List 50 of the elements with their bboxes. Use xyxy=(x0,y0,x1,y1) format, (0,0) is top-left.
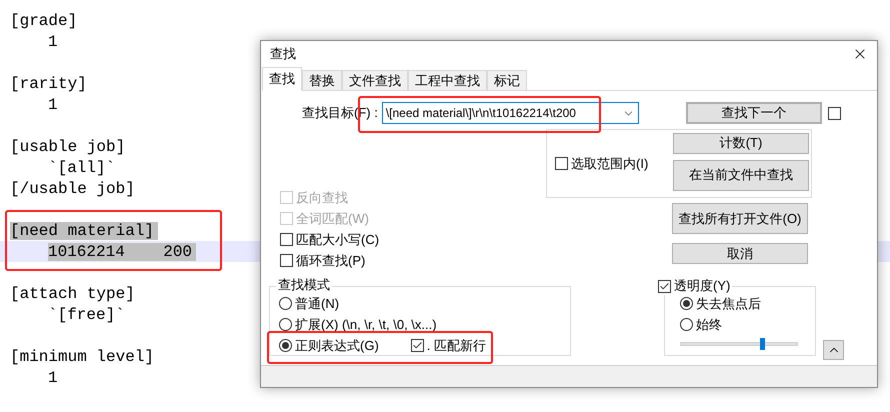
checkbox[interactable] xyxy=(828,106,841,120)
radio-button[interactable] xyxy=(279,297,292,310)
slider-thumb[interactable] xyxy=(760,338,766,350)
value-text: 10162214 200 xyxy=(48,243,196,261)
transparency-option-label: 失去焦点后 xyxy=(696,294,761,313)
value-text: 1 xyxy=(48,33,58,51)
radio-button[interactable] xyxy=(279,339,292,352)
radio-button[interactable] xyxy=(680,297,693,310)
find-in-current-file-button[interactable]: 在当前文件中查找 xyxy=(673,160,809,190)
cancel-button[interactable]: 取消 xyxy=(672,243,808,264)
count-button[interactable]: 计数(T) xyxy=(673,132,809,154)
radio-button[interactable] xyxy=(279,318,292,331)
find-input[interactable]: \[need material\]\r\n\t10162214\t200 xyxy=(382,102,639,124)
in-selection-label: 选取范围内(I) xyxy=(571,154,648,173)
value-text: 1 xyxy=(48,96,58,114)
radio-button[interactable] xyxy=(680,318,693,331)
tab[interactable]: 查找 xyxy=(262,67,302,91)
value-text: `[free]` xyxy=(48,306,125,324)
checkbox[interactable] xyxy=(555,157,568,170)
checkbox[interactable] xyxy=(410,339,424,352)
tab[interactable]: 标记 xyxy=(487,70,527,91)
find-next-button[interactable]: 查找下一个 xyxy=(686,102,822,124)
dot-newline-label: . 匹配新行 xyxy=(426,336,486,355)
section-tag: [rarity] xyxy=(10,75,87,93)
option-label: 反向查找 xyxy=(296,188,348,207)
option-label: 循环查找(P) xyxy=(296,252,366,270)
section-tag: [/usable job] xyxy=(10,180,135,198)
value-text: `[all]` xyxy=(48,159,116,177)
checkbox[interactable] xyxy=(280,233,293,246)
group-title: 查找模式 xyxy=(276,276,332,294)
mode-option-label: 正则表达式(G) xyxy=(295,336,379,355)
checkbox[interactable] xyxy=(280,254,293,267)
option-label: 匹配大小写(C) xyxy=(296,230,380,249)
mode-option-label: 普通(N) xyxy=(295,294,340,313)
section-tag: [grade] xyxy=(10,12,78,30)
section-tag: [usable job] xyxy=(10,138,126,156)
checkbox[interactable] xyxy=(658,280,671,292)
dialog-title: 查找 xyxy=(270,45,296,64)
mode-option-label: 扩展(X) (\n, \r, \t, \0, \x...) xyxy=(295,316,437,334)
tab[interactable]: 文件查找 xyxy=(342,70,408,91)
option-label: 全词匹配(W) xyxy=(296,210,369,228)
section-tag: [attach type] xyxy=(10,285,135,303)
transparency-label: 透明度(Y) xyxy=(674,277,730,295)
section-tag: [need material] xyxy=(10,222,158,240)
tab[interactable]: 替换 xyxy=(302,70,342,91)
find-all-open-files-button[interactable]: 查找所有打开文件(O) xyxy=(672,203,808,234)
transparency-option-label: 始终 xyxy=(696,316,722,334)
value-text: 1 xyxy=(48,369,58,387)
tab[interactable]: 工程中查找 xyxy=(408,70,487,91)
section-tag: [minimum level] xyxy=(10,348,154,366)
